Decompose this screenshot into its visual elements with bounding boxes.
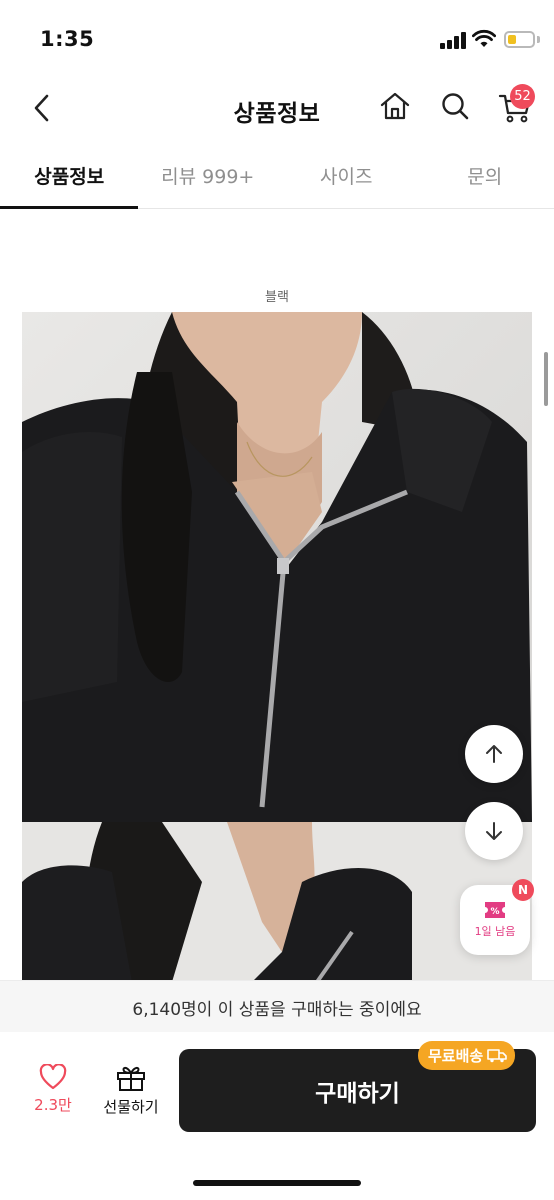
tab-inquiry[interactable]: 문의 bbox=[416, 145, 554, 208]
truck-icon bbox=[487, 1049, 508, 1063]
tab-bar: 상품정보 리뷰 999+ 사이즈 문의 bbox=[0, 145, 554, 209]
home-button[interactable] bbox=[375, 86, 415, 126]
gift-label: 선물하기 bbox=[103, 1098, 159, 1116]
status-bar: 1:35 bbox=[0, 0, 554, 78]
search-icon bbox=[442, 93, 469, 120]
tab-product-info[interactable]: 상품정보 bbox=[0, 145, 139, 209]
bottom-action-bar: 2.3만 선물하기 구매하기 무료배송 bbox=[0, 1032, 554, 1200]
home-indicator[interactable] bbox=[193, 1180, 361, 1186]
product-image bbox=[22, 822, 532, 982]
like-button[interactable]: 2.3만 bbox=[22, 1064, 84, 1126]
battery-icon bbox=[504, 31, 535, 48]
coupon-text: 1일 남음 bbox=[474, 925, 516, 938]
gift-icon bbox=[117, 1066, 145, 1091]
gift-button[interactable]: 선물하기 bbox=[96, 1064, 166, 1126]
heart-icon bbox=[39, 1064, 67, 1090]
wifi-icon bbox=[472, 29, 496, 47]
scroll-top-button[interactable] bbox=[465, 725, 523, 783]
tab-size[interactable]: 사이즈 bbox=[277, 145, 416, 208]
free-shipping-label: 무료배송 bbox=[428, 1047, 484, 1065]
signal-icon bbox=[440, 32, 466, 49]
header: 상품정보 bbox=[0, 78, 554, 140]
like-count: 2.3만 bbox=[34, 1096, 72, 1114]
arrow-up-icon bbox=[486, 745, 502, 763]
home-icon bbox=[380, 92, 410, 120]
free-shipping-tag: 무료배송 bbox=[418, 1041, 516, 1070]
product-image bbox=[22, 312, 532, 822]
coupon-new-badge: N bbox=[512, 879, 534, 901]
color-label: 블랙 bbox=[265, 290, 289, 305]
tab-reviews[interactable]: 리뷰 999+ bbox=[139, 145, 278, 208]
status-time: 1:35 bbox=[40, 27, 95, 51]
scrollbar[interactable] bbox=[544, 352, 548, 406]
arrow-down-icon bbox=[486, 822, 502, 840]
cart-count-badge: 52 bbox=[510, 84, 535, 109]
search-button[interactable] bbox=[435, 86, 475, 126]
svg-text:%: % bbox=[490, 907, 499, 917]
coupon-icon: % bbox=[485, 902, 505, 918]
scroll-bottom-button[interactable] bbox=[465, 802, 523, 860]
purchase-notice: 6,140명이 이 상품을 구매하는 중이에요 bbox=[0, 980, 554, 1032]
